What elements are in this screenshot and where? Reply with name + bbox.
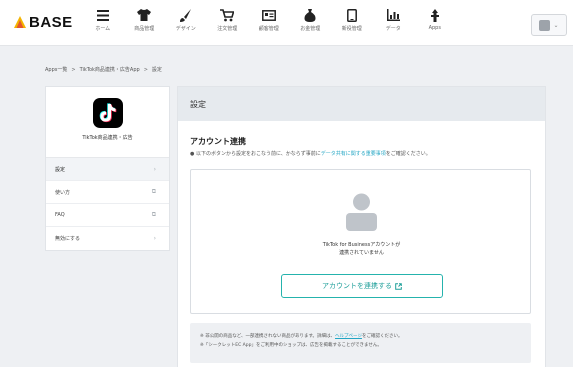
money-bag-icon	[303, 8, 317, 22]
note-line: ※ 非公開の商品など、一部連携されない商品があります。詳細は、ヘルプページをご確…	[200, 332, 531, 341]
external-link-icon: ⧉	[151, 211, 156, 218]
app-card: TikTok商品連携・広告	[46, 87, 169, 158]
nav-item-products[interactable]: 商品管理	[124, 8, 166, 32]
tiktok-logo-icon	[92, 98, 123, 128]
nav-label: デザイン	[175, 26, 196, 32]
sidebar-item-label: 使い方	[55, 189, 71, 196]
app-name: TikTok商品連携・広告	[82, 135, 133, 141]
nav-item-money[interactable]: お金管理	[290, 8, 332, 32]
sidebar-item-label: FAQ	[55, 212, 65, 218]
sidebar-item-howto[interactable]: 使い方 ⧉	[46, 181, 169, 204]
note-line: ※「シークレットEC App」をご利用中のショップは、広告を掲載することができま…	[200, 343, 382, 348]
sidebar-item-faq[interactable]: FAQ ⧉	[46, 204, 169, 227]
nav-item-design[interactable]: デザイン	[165, 8, 207, 32]
breadcrumb-separator: >	[71, 66, 76, 73]
nav-item-data[interactable]: データ	[373, 8, 415, 32]
page-title: 設定	[190, 99, 206, 109]
nav-label: ホーム	[95, 26, 111, 32]
nav-item-customers[interactable]: 顧客管理	[248, 8, 290, 32]
base-logo-icon	[14, 15, 26, 28]
main-nav: ホーム 商品管理 デザイン 注文管理 顧客管理 お金管理 新役管理 データ Ap…	[82, 8, 456, 32]
chevron-down-icon: ⌄	[553, 21, 559, 29]
brand-name: BASE	[29, 14, 73, 31]
top-nav-bar: BASE ホーム 商品管理 デザイン 注文管理 顧客管理 お金管理 新役管理 デ…	[0, 0, 573, 46]
external-link-icon	[395, 282, 402, 290]
shirt-icon	[137, 8, 152, 22]
shop-avatar-icon	[539, 19, 551, 31]
chevron-right-icon: ›	[153, 165, 156, 173]
not-connected-message: TikTok for Businessアカウントが 連携されていません	[191, 241, 532, 257]
message-line: 連携されていません	[339, 250, 384, 256]
data-sharing-link[interactable]: データ共有に関する重要事項	[321, 151, 386, 157]
nav-label: 顧客管理	[258, 26, 279, 32]
app-sidebar: TikTok商品連携・広告 設定 › 使い方 ⧉ FAQ ⧉ 無効にする ›	[45, 86, 170, 251]
account-connect-box: TikTok for Businessアカウントが 連携されていません アカウン…	[190, 169, 531, 314]
note-text: をご確認ください。	[361, 334, 403, 339]
nav-item-home[interactable]: ホーム	[82, 8, 124, 32]
customer-card-icon	[261, 8, 276, 22]
notes-box: ※ 非公開の商品など、一部連携されない商品があります。詳細は、ヘルプページをご確…	[190, 323, 531, 363]
nav-item-apps[interactable]: Apps	[414, 8, 456, 32]
nav-label: 新役管理	[341, 26, 362, 32]
base-logo[interactable]: BASE	[14, 14, 73, 31]
cart-icon	[220, 8, 235, 22]
nav-label: 注文管理	[217, 26, 238, 32]
apps-icon	[428, 8, 442, 22]
phone-icon	[345, 8, 359, 22]
note-text: ※ 非公開の商品など、一部連携されない商品があります。詳細は、	[200, 334, 336, 339]
connect-account-button[interactable]: アカウントを連携する	[281, 274, 443, 298]
menu-icon	[96, 8, 110, 22]
nav-label: Apps	[428, 25, 441, 31]
button-label: アカウントを連携する	[322, 282, 392, 290]
sidebar-item-label: 無効にする	[55, 236, 81, 242]
brush-icon	[179, 8, 193, 22]
chevron-right-icon: ›	[153, 235, 156, 242]
nav-item-orders[interactable]: 注文管理	[207, 8, 249, 32]
user-placeholder-icon	[346, 193, 377, 231]
section-description: ● 以下のボタンから設定をおこなう前に、かならず事前にデータ共有に関する重要事項…	[190, 150, 431, 157]
message-line: TikTok for Businessアカウントが	[322, 242, 401, 248]
sidebar-item-disable[interactable]: 無効にする ›	[46, 227, 169, 250]
breadcrumb-app-link[interactable]: TikTok商品連携・広告App	[80, 66, 140, 73]
breadcrumb-current: 設定	[151, 67, 162, 73]
bar-chart-icon	[386, 8, 400, 22]
external-link-icon: ⧉	[151, 188, 156, 195]
breadcrumb: Apps一覧 > TikTok商品連携・広告App > 設定	[45, 66, 162, 74]
account-menu-button[interactable]: ⌄	[531, 14, 567, 36]
nav-item-mobile[interactable]: 新役管理	[331, 8, 373, 32]
sidebar-item-settings[interactable]: 設定 ›	[46, 158, 169, 181]
description-text: ● 以下のボタンから設定をおこなう前に、かならず事前に	[190, 151, 321, 157]
breadcrumb-separator: >	[143, 66, 148, 73]
settings-panel: 設定 アカウント連携 ● 以下のボタンから設定をおこなう前に、かならず事前にデー…	[177, 86, 546, 367]
panel-header: 設定	[178, 87, 545, 121]
nav-label: データ	[385, 26, 401, 32]
description-text: をご確認ください。	[385, 151, 431, 157]
nav-label: お金管理	[300, 26, 321, 32]
section-title: アカウント連携	[190, 137, 246, 146]
nav-label: 商品管理	[134, 26, 155, 32]
help-page-link[interactable]: ヘルプページ	[335, 334, 362, 339]
sidebar-item-label: 設定	[55, 166, 66, 173]
breadcrumb-apps-link[interactable]: Apps一覧	[45, 66, 67, 73]
